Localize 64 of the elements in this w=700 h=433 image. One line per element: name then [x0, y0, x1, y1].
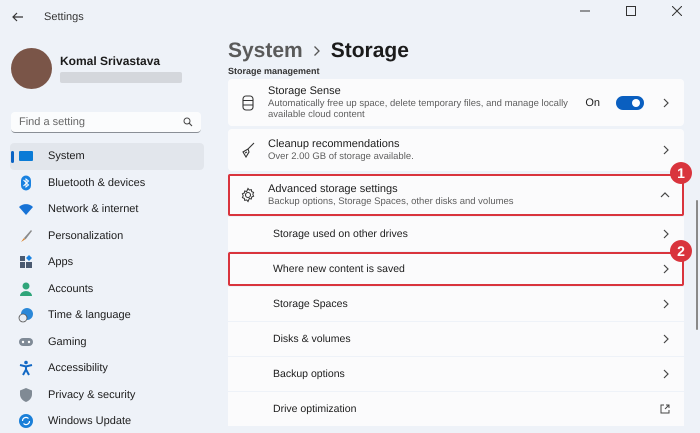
nav-icon [18, 386, 34, 403]
chevron-up-icon[interactable] [660, 191, 670, 199]
nav-icon [18, 228, 34, 244]
nav-icon [18, 201, 34, 218]
card-title: Cleanup recommendations [268, 138, 400, 150]
chevron-right-icon [312, 45, 321, 57]
toggle-label: On [585, 96, 600, 108]
chevron-right-icon[interactable] [662, 98, 670, 108]
avatar-placeholder [11, 48, 52, 89]
chevron-right-icon[interactable] [662, 145, 670, 155]
card-description: Backup options, Storage Spaces, other disks and volumes [268, 196, 515, 207]
settings-row[interactable]: Drive optimization [228, 392, 684, 426]
row-label: Disks & volumes [273, 333, 351, 345]
chevron-right-icon [662, 229, 670, 239]
nav-icon [18, 280, 34, 297]
chevron-right-icon [662, 299, 670, 309]
nav-icon [18, 307, 34, 324]
chevron-right-icon [662, 264, 670, 274]
row-label: Storage used on other drives [273, 228, 408, 240]
chevron-right-icon [662, 334, 670, 344]
toggle-switch[interactable] [616, 96, 644, 110]
row-label: Backup options [273, 368, 345, 380]
search-icon [183, 117, 193, 127]
settings-card[interactable]: Storage Sense Automatically free up space, delete temporary files, and manage locally available cloud content On [228, 79, 684, 126]
row-label: Storage Spaces [273, 298, 348, 310]
nav-icon [18, 413, 34, 430]
callout-number: 2 [670, 240, 692, 262]
gear-icon [240, 187, 256, 203]
nav-item[interactable]: Time & language [10, 302, 204, 328]
search-field[interactable]: Find a setting [11, 112, 201, 133]
nav-item[interactable]: Apps [10, 249, 204, 276]
nav-item[interactable]: Accounts [10, 276, 204, 302]
nav-item[interactable]: Gaming [10, 328, 204, 355]
nav-icon [18, 360, 34, 376]
back-arrow-icon[interactable] [12, 12, 24, 22]
nav-item[interactable]: Personalization [10, 222, 204, 249]
card-description: Over 2.00 GB of storage available. [268, 151, 415, 162]
window-title: Settings [44, 11, 84, 23]
maximize-icon[interactable] [626, 6, 636, 16]
nav-item[interactable]: Privacy & security [10, 382, 204, 408]
card-title: Storage Sense [268, 85, 342, 97]
row-label: Drive optimization [273, 403, 356, 415]
nav-item[interactable]: Network & internet [10, 196, 204, 222]
section-heading: Storage management [228, 66, 321, 76]
chevron-right-icon [662, 369, 670, 379]
nav-icon [18, 254, 34, 270]
close-icon[interactable] [672, 6, 682, 16]
account-name: Komal Srivastava [60, 54, 162, 68]
external-link-icon [660, 404, 670, 414]
settings-row[interactable]: Storage Spaces [228, 287, 684, 321]
settings-row[interactable]: Disks & volumes [228, 322, 684, 356]
nav-item[interactable]: Windows Update [10, 408, 204, 433]
page-title: Storage [330, 39, 409, 63]
nav-icon [18, 174, 34, 191]
settings-row[interactable]: Backup options [228, 357, 684, 391]
card-description: Automatically free up space, delete temporary files, and manage locally available cloud content [268, 98, 569, 120]
drive-stack-icon [240, 94, 256, 110]
broom-icon [240, 142, 256, 158]
breadcrumb-parent[interactable]: System [228, 39, 303, 63]
nav-item[interactable]: System [10, 143, 204, 170]
nav-item[interactable]: Accessibility [10, 355, 204, 382]
row-label: Where new content is saved [273, 263, 405, 275]
nav-item[interactable]: Bluetooth & devices [10, 170, 204, 196]
card-title: Advanced storage settings [268, 183, 399, 195]
